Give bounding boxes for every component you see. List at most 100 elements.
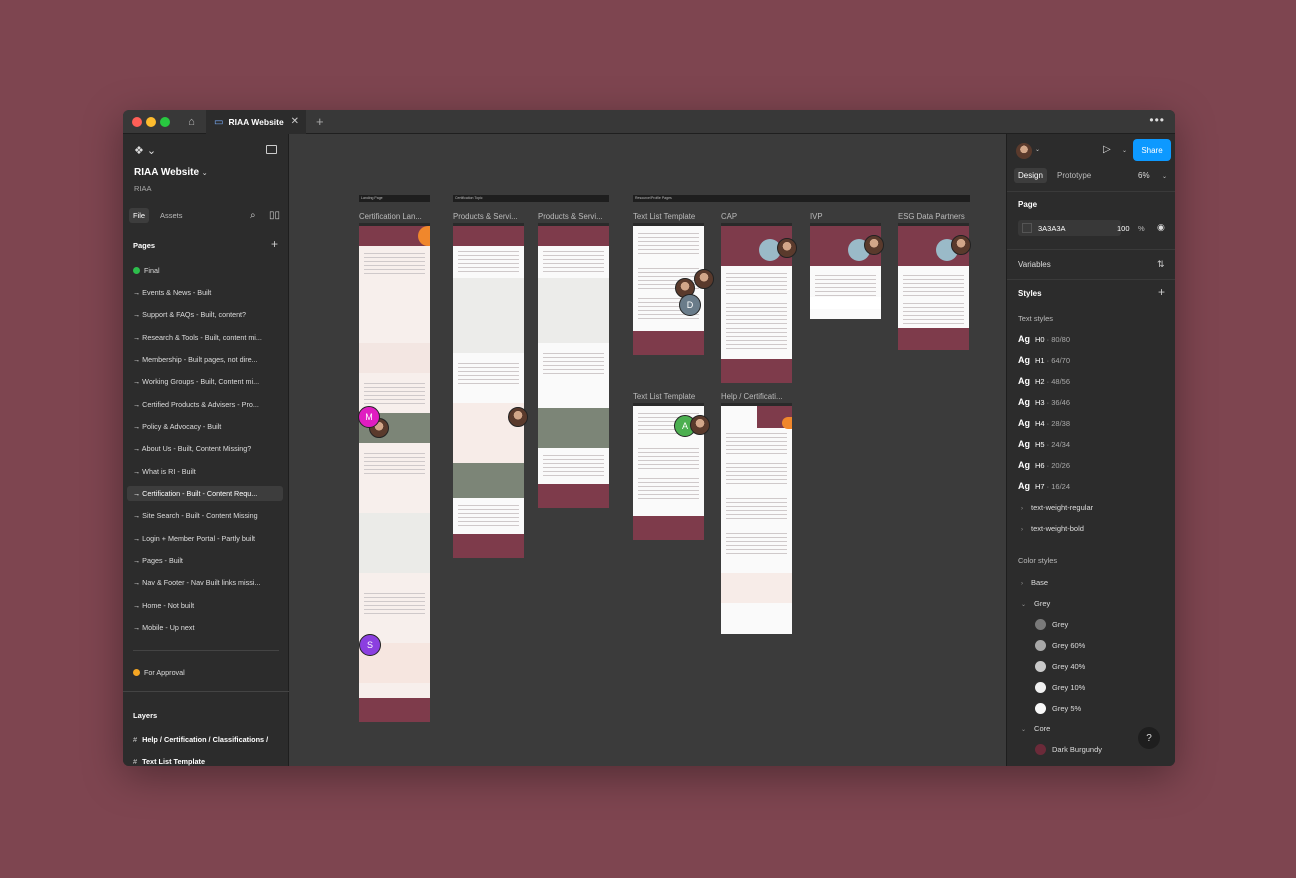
variables-label[interactable]: Variables [1018, 260, 1051, 269]
page-item[interactable]: → Certified Products & Advisers - Pro... [127, 397, 283, 412]
text-style-item[interactable]: Ag H5 · 24/34 [1018, 439, 1070, 449]
text-style-item[interactable]: Ag H3 · 36/46 [1018, 397, 1070, 407]
collaborator-avatar[interactable] [864, 235, 884, 255]
frame-thumbnail[interactable] [453, 223, 524, 558]
frame-name[interactable]: ESG Data Partners [898, 212, 965, 221]
frame-name[interactable]: Certification Lan... [359, 212, 422, 221]
page-item[interactable]: → About Us - Built, Content Missing? [127, 441, 283, 456]
share-button[interactable]: Share [1133, 139, 1171, 161]
page-item[interactable]: → What is RI - Built [127, 464, 283, 479]
page-opacity[interactable]: 100 [1117, 224, 1130, 233]
tab-assets[interactable]: Assets [160, 211, 183, 220]
close-window-button[interactable] [132, 117, 142, 127]
page-item[interactable]: → Events & News - Built [127, 285, 283, 300]
color-style-item[interactable]: Grey 60% [1035, 640, 1085, 651]
file-tab[interactable]: ▭ RIAA Website ✕ [206, 110, 306, 134]
tab-file[interactable]: File [129, 208, 150, 223]
zoom-level[interactable]: 6% [1138, 171, 1150, 180]
page-item[interactable]: → Nav & Footer - Nav Built links missi..… [127, 575, 283, 590]
text-style-item[interactable]: Ag H7 · 16/24 [1018, 481, 1070, 491]
page-item[interactable]: For Approval [127, 665, 283, 680]
page-item[interactable]: → Research & Tools - Built, content mi..… [127, 330, 283, 345]
more-menu-button[interactable]: ••• [1149, 113, 1165, 127]
chevron-down-icon[interactable]: ⌄ [1035, 146, 1040, 153]
collaborator-cursor[interactable]: D [679, 294, 701, 316]
new-tab-button[interactable]: + [316, 114, 324, 129]
page-color-field[interactable]: 3A3A3A [1018, 220, 1121, 236]
collaborator-avatar[interactable] [777, 238, 797, 258]
chevron-down-icon[interactable]: ⌄ [1122, 147, 1127, 154]
layer-item[interactable]: # Text List Template [133, 757, 205, 766]
section-label[interactable]: Certification Topic [453, 195, 609, 202]
text-style-item[interactable]: Ag H1 · 64/70 [1018, 355, 1070, 365]
tab-prototype[interactable]: Prototype [1053, 168, 1095, 183]
text-style-item[interactable]: Ag H6 · 20/26 [1018, 460, 1070, 470]
tab-design[interactable]: Design [1014, 168, 1047, 183]
right-panel: ⌄ ▷ ⌄ Share Design Prototype 6% ⌄ Page 3… [1006, 134, 1175, 766]
close-tab-icon[interactable]: ✕ [291, 116, 299, 127]
color-style-item[interactable]: Grey 5% [1035, 703, 1081, 714]
collaborator-avatar[interactable] [694, 269, 714, 289]
layer-item[interactable]: # Help / Certification / Classifications … [133, 735, 268, 744]
frame-thumbnail[interactable] [721, 403, 792, 634]
page-item[interactable]: → Membership - Built pages, not dire... [127, 352, 283, 367]
design-canvas[interactable]: Landing Page Certification Topic Resourc… [289, 134, 1006, 766]
color-group[interactable]: ⌄ Grey [1021, 599, 1050, 608]
user-avatar[interactable] [1016, 143, 1032, 159]
page-section-header: Page [1018, 200, 1038, 209]
add-page-button[interactable]: + [271, 237, 278, 251]
green-circle-icon [133, 267, 140, 274]
minimize-window-button[interactable] [146, 117, 156, 127]
color-style-item[interactable]: Grey 40% [1035, 661, 1085, 672]
collaborator-avatar[interactable] [508, 407, 528, 427]
collaborator-cursor[interactable]: S [359, 634, 381, 656]
home-tab[interactable]: ⌂ [178, 110, 205, 134]
add-style-button[interactable]: + [1158, 285, 1165, 299]
frame-name[interactable]: Products & Servi... [453, 212, 518, 221]
frame-name[interactable]: IVP [810, 212, 823, 221]
frame-name[interactable]: CAP [721, 212, 737, 221]
page-item[interactable]: → Login + Member Portal - Partly built [127, 531, 283, 546]
text-style-item[interactable]: Ag H4 · 28/38 [1018, 418, 1070, 428]
frame-name[interactable]: Help / Certificati... [721, 392, 783, 401]
maximize-window-button[interactable] [160, 117, 170, 127]
color-style-item[interactable]: Dark Burgundy [1035, 744, 1102, 755]
main-menu-button[interactable]: ❖ ⌄ [134, 144, 156, 157]
style-group[interactable]: › text-weight-bold [1021, 524, 1084, 533]
page-item[interactable]: → Support & FAQs - Built, content? [127, 307, 283, 322]
variables-icon[interactable]: ⇅ [1157, 259, 1165, 270]
chevron-down-icon[interactable]: ⌄ [1162, 173, 1167, 180]
page-item[interactable]: → Working Groups - Built, Content mi... [127, 374, 283, 389]
color-style-item[interactable]: Grey [1035, 619, 1068, 630]
page-item[interactable]: → Pages - Built [127, 553, 283, 568]
color-swatch[interactable] [1022, 223, 1032, 233]
present-button[interactable]: ▷ [1103, 144, 1111, 155]
style-group[interactable]: › text-weight-regular [1021, 503, 1093, 512]
toggle-sidebar-icon[interactable] [266, 145, 277, 154]
frame-name[interactable]: Products & Servi... [538, 212, 603, 221]
frame-name[interactable]: Text List Template [633, 212, 695, 221]
project-title[interactable]: RIAA Website ⌄ [134, 167, 208, 178]
eye-icon[interactable]: ◉ [1157, 222, 1165, 233]
page-item[interactable]: Final [127, 263, 283, 278]
collaborator-cursor[interactable]: M [358, 406, 380, 428]
section-label[interactable]: Resource/Profile Pages [633, 195, 970, 202]
page-item-selected[interactable]: → Certification - Built - Content Requ..… [127, 486, 283, 501]
library-icon[interactable]: ▯▯ [269, 210, 280, 221]
page-item[interactable]: → Site Search - Built - Content Missing [127, 508, 283, 523]
page-item[interactable]: → Home - Not built [127, 598, 283, 613]
color-group[interactable]: › Base [1021, 578, 1048, 587]
section-label[interactable]: Landing Page [359, 195, 430, 202]
text-style-item[interactable]: Ag H0 · 80/80 [1018, 334, 1070, 344]
color-group[interactable]: ⌄ Core [1021, 724, 1050, 733]
collaborator-avatar[interactable] [951, 235, 971, 255]
collaborator-avatar[interactable] [690, 415, 710, 435]
help-button[interactable]: ? [1138, 727, 1160, 749]
color-style-item[interactable]: Grey 10% [1035, 682, 1085, 693]
text-style-item[interactable]: Ag H2 · 48/56 [1018, 376, 1070, 386]
frame-name[interactable]: Text List Template [633, 392, 695, 401]
page-item[interactable]: → Mobile - Up next [127, 620, 283, 635]
page-item[interactable]: → Policy & Advocacy - Built [127, 419, 283, 434]
frame-thumbnail[interactable] [538, 223, 609, 508]
search-icon[interactable]: ⌕ [250, 210, 256, 221]
